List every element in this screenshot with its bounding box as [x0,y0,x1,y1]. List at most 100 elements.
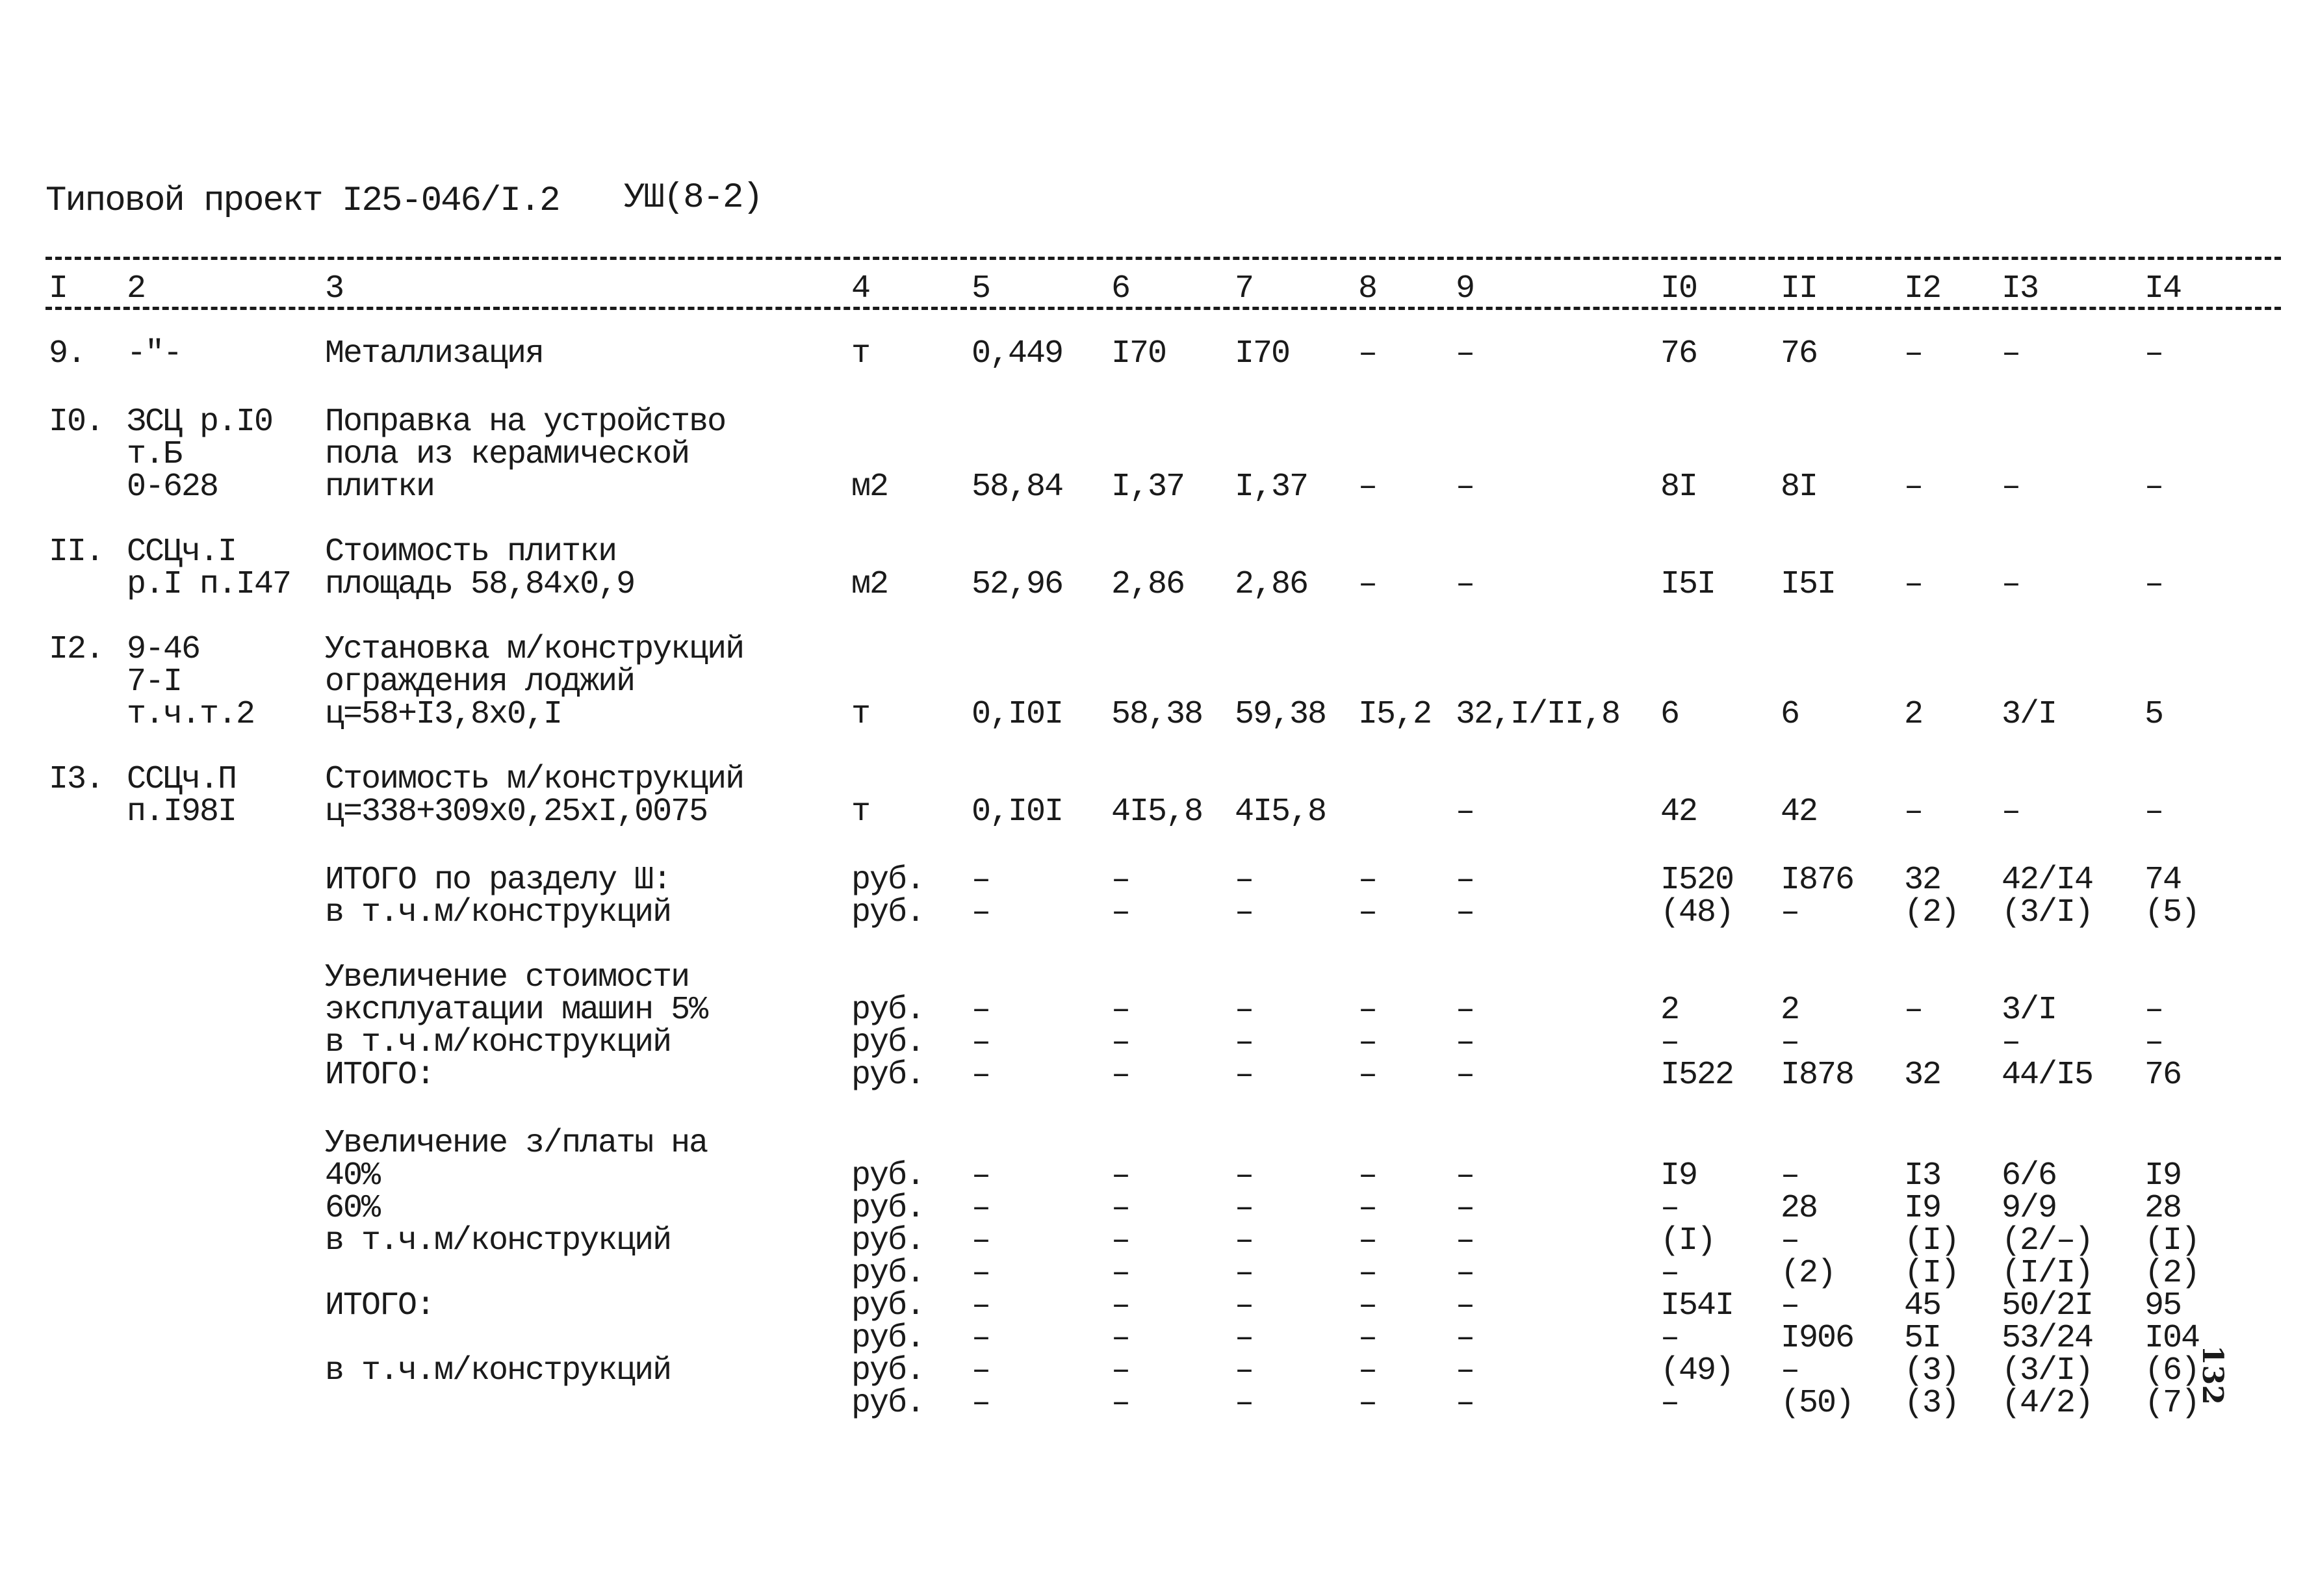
totals-value-col5: – [972,1024,991,1061]
totals-label: Увеличение стоимости [325,959,690,996]
totals-value-col14: I04 [2144,1320,2200,1357]
totals-value-col6: – [1111,1287,1131,1324]
row-value-col8: I5,2 [1358,696,1432,733]
totals-value-col8: – [1358,1024,1378,1061]
row-value-col5: 0,449 [972,335,1064,372]
row-number: I0. [49,404,105,441]
totals-value-col5: – [972,862,991,899]
totals-unit: руб. [851,1320,925,1357]
row-number: I2. [49,631,105,668]
row-value-col7: I,37 [1235,469,1309,506]
totals-value-col13: (4/2) [2002,1385,2094,1422]
totals-value-col8: – [1358,1157,1378,1194]
row-value-col8: – [1358,469,1378,506]
column-header-13: I3 [2002,270,2039,307]
row-value-col14: – [2144,469,2164,506]
row-value-col6: 4I5,8 [1111,793,1204,830]
totals-value-col9: – [1456,862,1475,899]
row-reference: п.I98I [127,793,237,830]
totals-value-col11: (2) [1781,1255,1836,1292]
totals-value-col5: – [972,1352,991,1389]
totals-value-col13: 50/2I [2002,1287,2094,1324]
row-unit: т [851,335,871,372]
column-header-9: 9 [1456,270,1475,307]
row-value-col14: – [2144,566,2164,603]
totals-value-col13: 9/9 [2002,1190,2057,1227]
row-description: ц=338+309х0,25хI,0075 [325,793,708,830]
totals-value-col14: (I) [2144,1222,2200,1259]
totals-unit: руб. [851,1255,925,1292]
column-header-3: 3 [325,270,344,307]
totals-value-col9: – [1456,1352,1475,1389]
row-description: ц=58+I3,8х0,I [325,696,563,733]
totals-value-col10: – [1660,1385,1680,1422]
totals-value-col6: – [1111,1157,1131,1194]
totals-value-col5: – [972,894,991,931]
totals-label: 40% [325,1157,381,1194]
row-reference: ССЦч.П [127,761,237,798]
totals-value-col12: I9 [1904,1190,1942,1227]
totals-value-col14: (5) [2144,894,2200,931]
row-value-col13: 3/I [2002,696,2057,733]
totals-unit: руб. [851,1287,925,1324]
totals-value-col13: (3/I) [2002,1352,2094,1389]
totals-value-col7: – [1235,992,1254,1029]
totals-value-col7: – [1235,1352,1254,1389]
row-unit: т [851,696,871,733]
totals-value-col5: – [972,1190,991,1227]
row-value-col12: – [1904,469,1924,506]
totals-value-col5: – [972,1255,991,1292]
totals-value-col6: – [1111,1024,1131,1061]
column-header-12: I2 [1904,270,1942,307]
row-value-col8: – [1358,566,1378,603]
totals-label: эксплуатации машин 5% [325,992,708,1029]
column-header-10: I0 [1660,270,1698,307]
totals-value-col14: 28 [2144,1190,2182,1227]
totals-value-col10: – [1660,1024,1680,1061]
row-value-col11: 6 [1781,696,1800,733]
row-value-col11: I5I [1781,566,1836,603]
row-value-col12: 2 [1904,696,1924,733]
totals-value-col8: – [1358,1255,1378,1292]
totals-value-col8: – [1358,1222,1378,1259]
totals-value-col11: – [1781,894,1800,931]
row-unit: м2 [851,469,889,506]
row-unit: м2 [851,566,889,603]
totals-value-col7: – [1235,1157,1254,1194]
row-description: пола из керамической [325,436,690,473]
row-value-col14: 5 [2144,696,2164,733]
column-header-1: I [49,270,68,307]
column-header-4: 4 [851,270,871,307]
totals-value-col13: (I/I) [2002,1255,2094,1292]
totals-value-col13: (2/–) [2002,1222,2094,1259]
totals-value-col10: – [1660,1190,1680,1227]
totals-value-col11: (50) [1781,1385,1855,1422]
totals-label: в т.ч.м/конструкций [325,894,672,931]
totals-value-col8: – [1358,1287,1378,1324]
totals-value-col9: – [1456,1190,1475,1227]
row-value-col10: I5I [1660,566,1716,603]
row-value-col12: – [1904,793,1924,830]
totals-value-col12: (3) [1904,1352,1960,1389]
row-description: Установка м/конструкций [325,631,745,668]
totals-value-col9: – [1456,1057,1475,1094]
row-value-col14: – [2144,793,2164,830]
totals-value-col6: – [1111,1320,1131,1357]
row-description: плитки [325,469,435,506]
totals-value-col7: – [1235,1385,1254,1422]
column-header-2: 2 [127,270,146,307]
row-value-col9: – [1456,335,1475,372]
totals-value-col8: – [1358,894,1378,931]
totals-value-col6: – [1111,894,1131,931]
totals-value-col5: – [972,992,991,1029]
totals-unit: руб. [851,1222,925,1259]
totals-value-col12: (3) [1904,1385,1960,1422]
row-reference: -"- [127,335,183,372]
row-value-col12: – [1904,335,1924,372]
row-value-col11: 8I [1781,469,1818,506]
row-reference: ССЦч.I [127,534,237,571]
row-reference: р.I п.I47 [127,566,292,603]
totals-unit: руб. [851,1385,925,1422]
row-value-col6: 58,38 [1111,696,1204,733]
totals-value-col5: – [972,1385,991,1422]
